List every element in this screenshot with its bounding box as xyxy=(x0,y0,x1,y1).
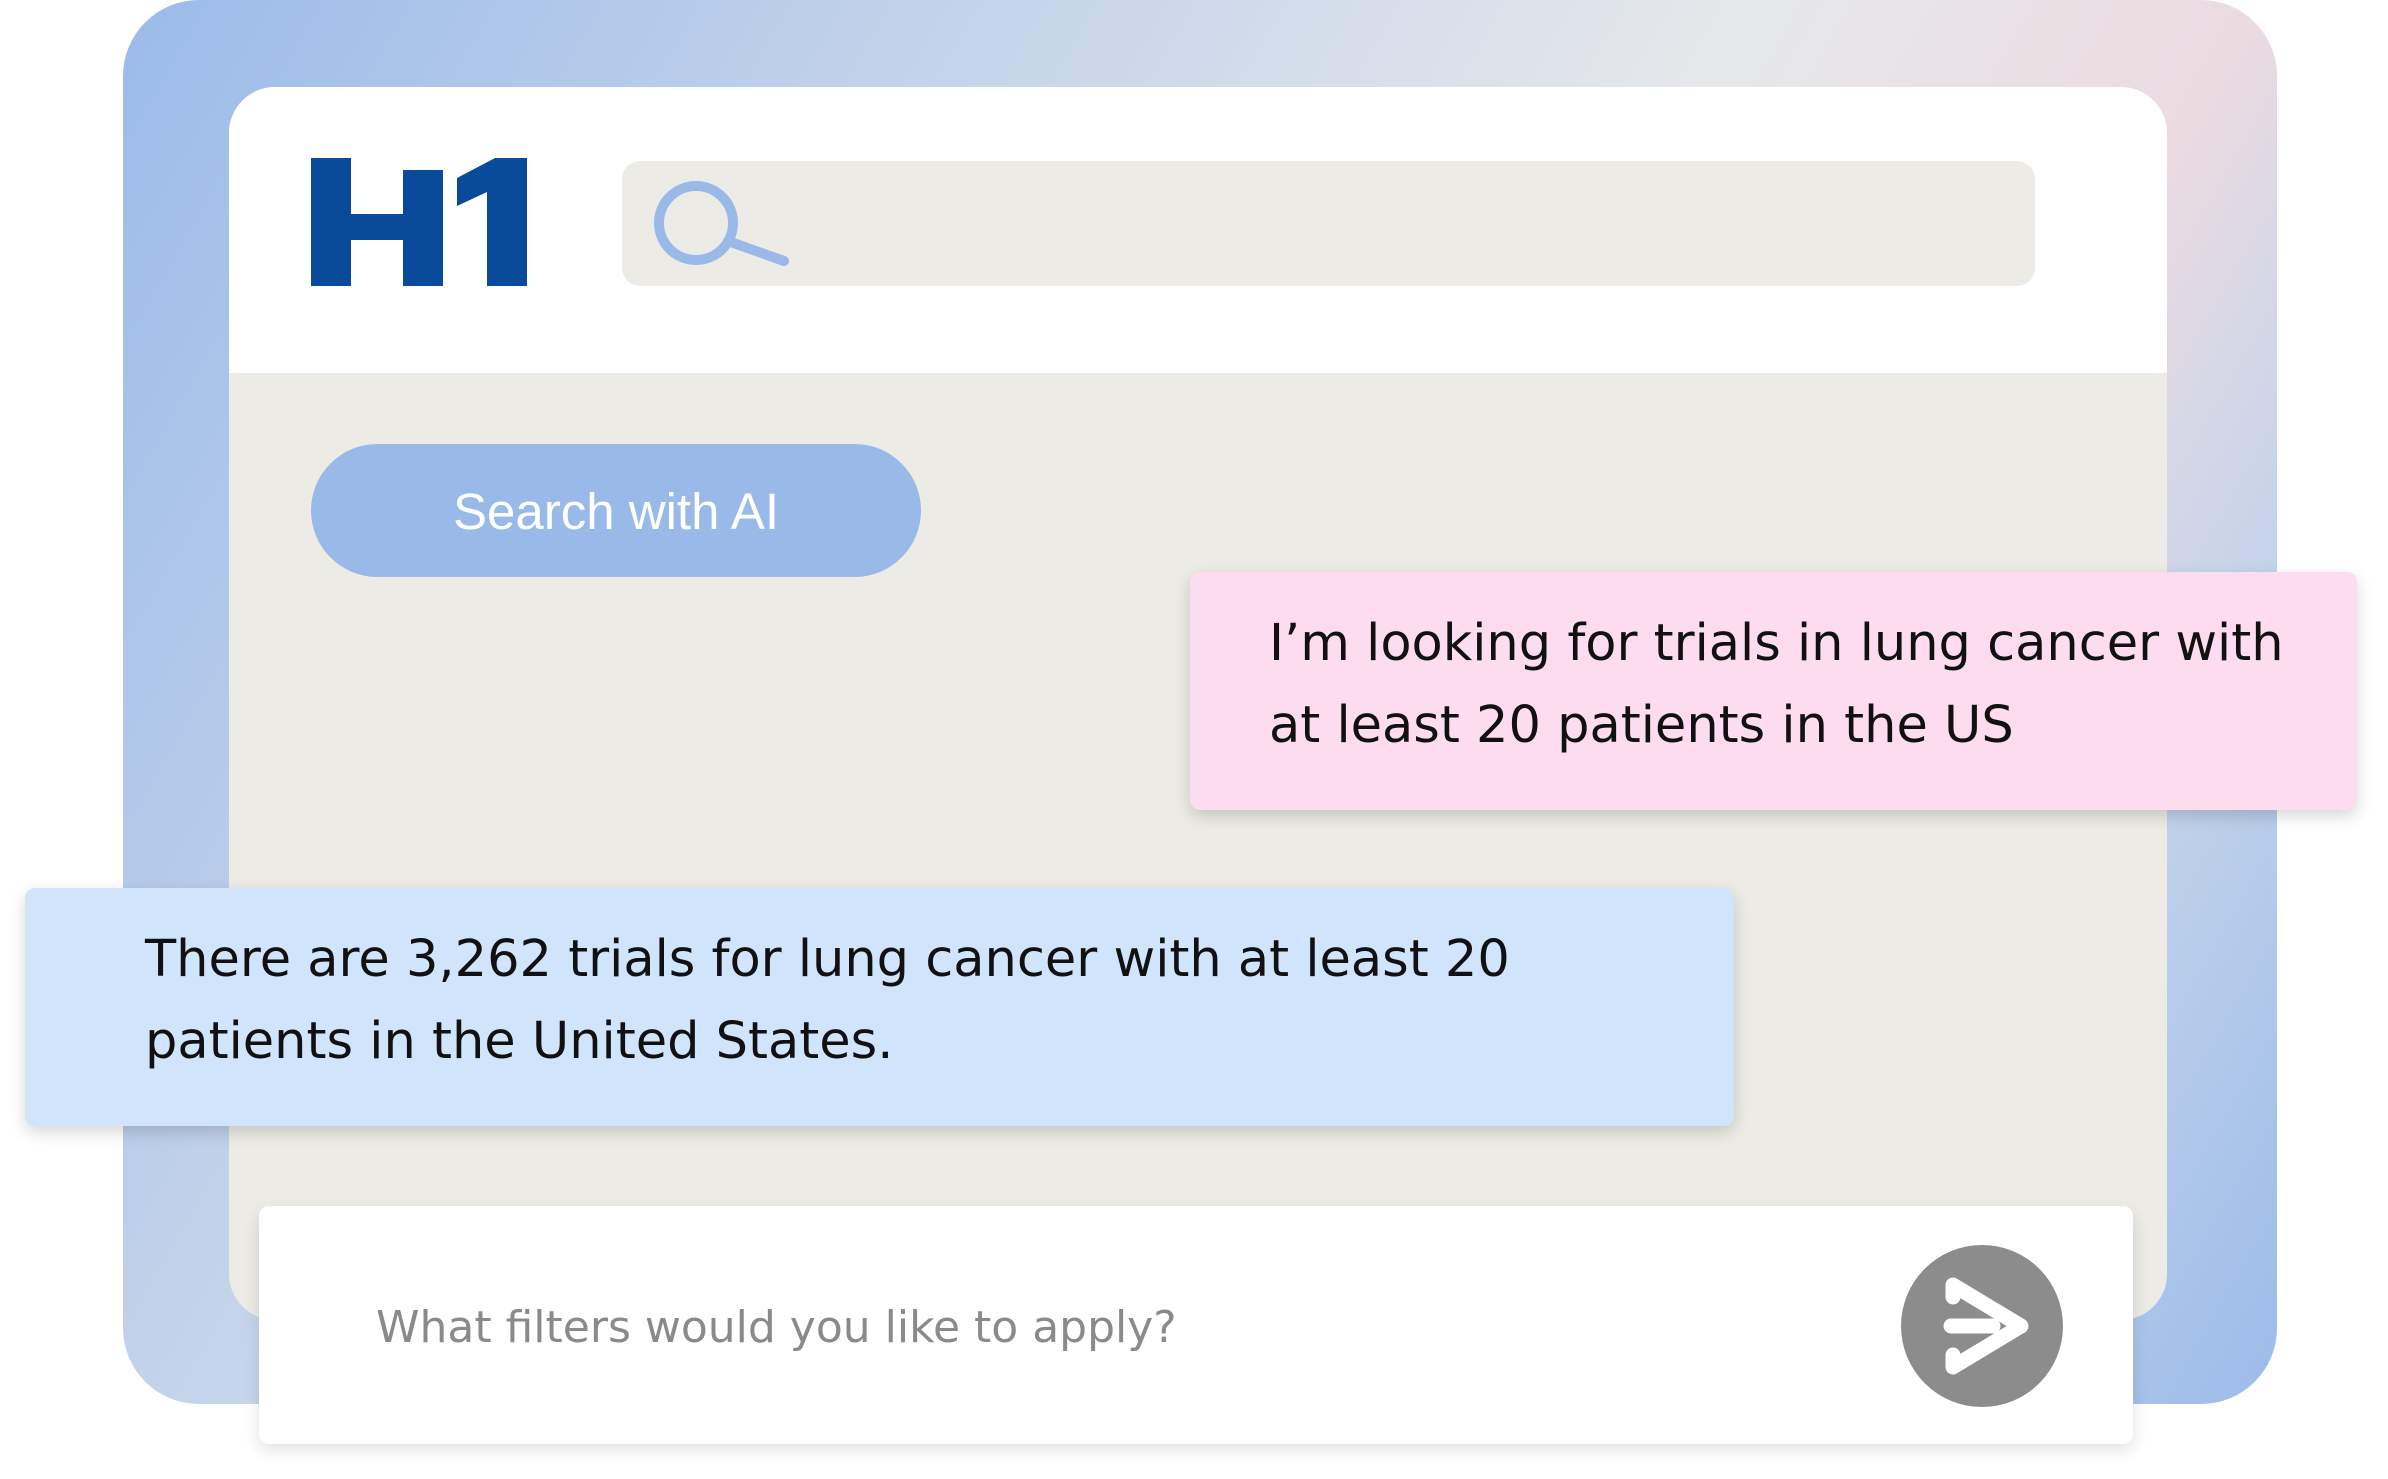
search-with-ai-button[interactable]: Search with AI xyxy=(311,444,921,577)
assistant-message-bubble: There are 3,262 trials for lung cancer w… xyxy=(25,888,1734,1126)
filters-input[interactable] xyxy=(374,1278,1848,1376)
user-message-text: I’m looking for trials in lung cancer wi… xyxy=(1269,614,2284,755)
app-header xyxy=(229,87,2167,373)
search-icon[interactable] xyxy=(652,179,792,269)
send-button[interactable] xyxy=(1901,1245,2063,1407)
assistant-message-text: There are 3,262 trials for lung cancer w… xyxy=(145,930,1510,1071)
chat-input-bar xyxy=(259,1206,2133,1444)
user-message-bubble: I’m looking for trials in lung cancer wi… xyxy=(1190,572,2357,810)
send-arrow-icon xyxy=(1943,1277,2029,1375)
search-bar[interactable] xyxy=(622,161,2035,286)
h1-logo[interactable] xyxy=(311,158,527,286)
